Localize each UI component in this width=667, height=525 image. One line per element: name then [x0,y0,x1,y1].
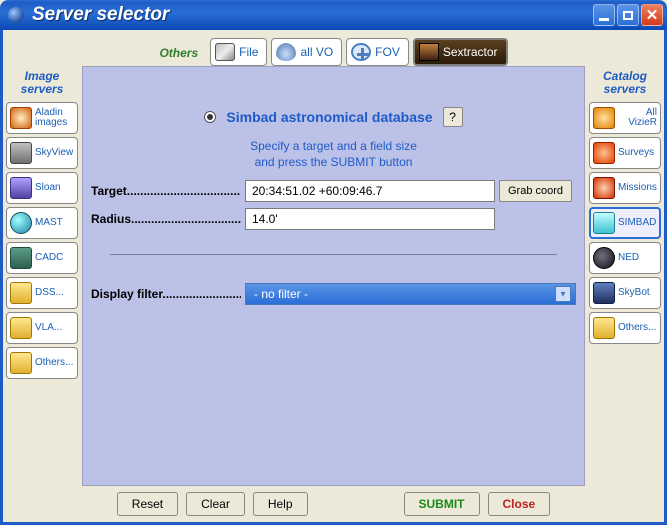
window-close-button[interactable]: ✕ [641,4,663,26]
missions-icon [593,177,615,199]
skybot-icon [593,282,615,304]
sidebar-item-label: Aladin images [35,108,74,129]
divider [110,254,556,255]
surveys-icon [593,142,615,164]
sidebar-item-vla[interactable]: VLA... [6,312,78,344]
sidebar-item-label: All VizieR [618,108,657,129]
sidebar-item-others-img[interactable]: Others... [6,347,78,379]
sidebar-item-surveys[interactable]: Surveys [589,137,661,169]
sidebar-item-label: Others... [35,358,73,369]
sidebar-item-dss[interactable]: DSS... [6,277,78,309]
sidebar-item-skybot[interactable]: SkyBot [589,277,661,309]
catalog-servers-title: Catalog servers [586,70,664,96]
folder-icon [593,317,615,339]
dropdown-value: - no filter - [254,287,308,301]
radius-input[interactable] [245,208,495,230]
reset-button[interactable]: Reset [117,492,178,516]
sidebar-item-skyview[interactable]: SkyView [6,137,78,169]
simbad-icon [593,212,615,234]
sidebar-item-label: SIMBAD [618,218,656,229]
sidebar-item-vizier[interactable]: All VizieR [589,102,661,134]
sidebar-item-label: CADC [35,253,63,264]
folder-icon [10,352,32,374]
sidebar-item-label: NED [618,253,639,264]
ned-icon [593,247,615,269]
main-area: Image servers Aladin images SkyView Sloa… [3,66,664,486]
sidebar-item-label: Sloan [35,183,61,194]
database-radio[interactable] [204,111,216,123]
tab-label: File [239,45,258,59]
maximize-button[interactable] [617,4,639,26]
sextractor-icon [419,43,439,61]
clear-button[interactable]: Clear [186,492,245,516]
folder-icon [10,282,32,304]
tab-allvo[interactable]: all VO [271,38,342,66]
sidebar-item-label: SkyView [35,148,73,159]
others-label: Others [159,46,198,66]
close-button[interactable]: Close [488,492,551,516]
chevron-down-icon: ▾ [555,286,571,302]
sloan-icon [10,177,32,199]
aladin-icon [10,107,32,129]
tab-label: Sextractor [443,45,498,59]
sidebar-item-sloan[interactable]: Sloan [6,172,78,204]
help-icon-button[interactable]: ? [443,107,463,127]
catalog-servers-column: Catalog servers All VizieR Surveys Missi… [586,66,664,486]
cadc-icon [10,247,32,269]
sidebar-item-label: DSS... [35,288,64,299]
sidebar-item-label: Missions [618,183,657,194]
sidebar-item-aladin[interactable]: Aladin images [6,102,78,134]
tab-sextractor[interactable]: Sextractor [413,38,508,66]
top-tabs: Others File all VO FOV Sextractor [3,30,664,66]
instructions: Specify a target and a field size and pr… [91,139,576,170]
skyview-icon [10,142,32,164]
bottom-bar: Reset Clear Help SUBMIT Close [3,486,664,522]
target-label: Target..................................… [91,184,241,198]
tab-label: FOV [375,45,400,59]
instruction-line: Specify a target and a field size [91,139,576,155]
minimize-button[interactable] [593,4,615,26]
sidebar-item-cadc[interactable]: CADC [6,242,78,274]
sidebar-item-label: MAST [35,218,63,229]
target-input[interactable] [245,180,495,202]
tab-label: all VO [300,45,333,59]
sidebar-item-label: VLA... [35,323,62,334]
sidebar-item-missions[interactable]: Missions [589,172,661,204]
sidebar-item-label: Surveys [618,148,654,159]
radius-label: Radius..................................… [91,212,241,226]
allvo-icon [276,43,296,61]
window-body: Others File all VO FOV Sextractor Image … [0,30,667,525]
sidebar-item-simbad[interactable]: SIMBAD [589,207,661,239]
help-button[interactable]: Help [253,492,308,516]
sidebar-item-label: Others... [618,323,656,334]
fov-icon [351,43,371,61]
folder-icon [10,317,32,339]
submit-button[interactable]: SUBMIT [404,492,480,516]
mast-icon [10,212,32,234]
tab-file[interactable]: File [210,38,267,66]
title-bar: Server selector ✕ [0,0,667,30]
center-panel: Simbad astronomical database ? Specify a… [82,66,585,486]
sidebar-item-label: SkyBot [618,288,650,299]
image-servers-title: Image servers [3,70,81,96]
vizier-icon [593,107,615,129]
instruction-line: and press the SUBMIT button [91,155,576,171]
display-filter-dropdown[interactable]: - no filter - ▾ [245,283,576,305]
image-servers-column: Image servers Aladin images SkyView Sloa… [3,66,81,486]
file-icon [215,43,235,61]
window-title: Server selector [32,4,593,26]
database-title: Simbad astronomical database [226,109,432,125]
sidebar-item-mast[interactable]: MAST [6,207,78,239]
sidebar-item-others-cat[interactable]: Others... [589,312,661,344]
grab-coord-button[interactable]: Grab coord [499,180,572,202]
tab-fov[interactable]: FOV [346,38,409,66]
app-icon [8,7,24,23]
sidebar-item-ned[interactable]: NED [589,242,661,274]
display-filter-label: Display filter..........................… [91,287,241,301]
